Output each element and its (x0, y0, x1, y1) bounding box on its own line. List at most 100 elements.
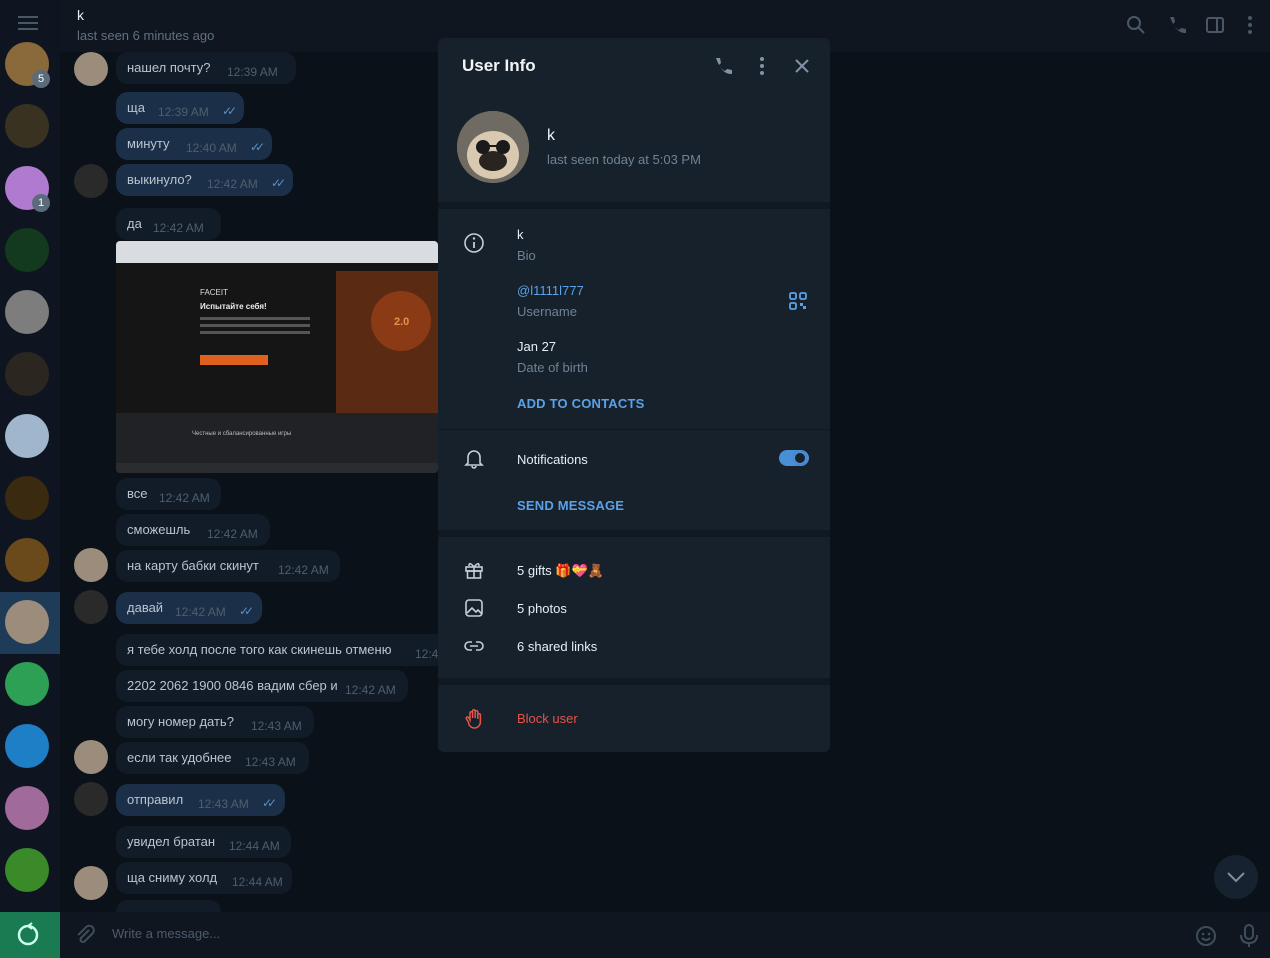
message-bubble[interactable]: ща 12:39 AM ✓✓ (116, 92, 244, 124)
profile-photo[interactable] (457, 111, 529, 183)
phone-icon[interactable] (1165, 14, 1187, 36)
chat-avatar[interactable] (5, 786, 49, 830)
shared-links-row[interactable]: 6 shared links (517, 639, 597, 654)
profile-status: last seen today at 5:03 PM (547, 152, 701, 167)
message-input[interactable]: Write a message... (112, 926, 220, 941)
notifications-label: Notifications (517, 452, 588, 467)
unread-badge: 1 (32, 194, 50, 212)
message-bubble[interactable]: давай 12:42 AM ✓✓ (116, 592, 262, 624)
sender-avatar[interactable] (74, 164, 108, 198)
paperclip-icon[interactable] (74, 924, 96, 946)
message-bubble[interactable]: выкинуло? 12:42 AM ✓✓ (116, 164, 293, 196)
attached-screenshot[interactable]: FACEIT Испытайте себя! 2.0 Честные и сба… (116, 241, 438, 473)
chat-avatar[interactable] (5, 352, 49, 396)
account-switch-button[interactable] (0, 912, 60, 958)
message-time: 12:42 AM (207, 177, 258, 191)
message-bubble[interactable]: я тебе холд после того как скинешь отмен… (116, 634, 446, 666)
read-checkmarks-icon: ✓✓ (262, 796, 277, 810)
sender-avatar[interactable] (74, 740, 108, 774)
message-bubble[interactable]: 2202 2062 1900 0846 вадим сбер и 12:42 A… (116, 670, 408, 702)
section-divider (438, 202, 830, 209)
message-bubble[interactable]: могу номер дать? 12:43 AM (116, 706, 314, 738)
scroll-down-button[interactable] (1214, 855, 1258, 899)
phone-icon[interactable] (711, 55, 733, 77)
qr-code-icon[interactable] (787, 290, 809, 312)
sender-avatar[interactable] (74, 548, 108, 582)
more-vertical-icon[interactable] (751, 55, 773, 77)
toggle-knob (793, 451, 807, 465)
thin-divider (438, 429, 830, 430)
chat-avatar[interactable] (5, 662, 49, 706)
block-hand-icon (465, 709, 482, 729)
read-checkmarks-icon: ✓✓ (271, 176, 286, 190)
message-text: выкинуло? (127, 172, 192, 187)
chat-avatar[interactable] (5, 290, 49, 334)
message-bubble[interactable]: ща сниму холд 12:44 AM (116, 862, 292, 894)
message-text: на карту бабки скинут (127, 558, 259, 573)
chat-avatar[interactable] (5, 538, 49, 582)
message-bubble[interactable]: сможешль 12:42 AM (116, 514, 270, 546)
chat-title[interactable]: k (77, 7, 84, 23)
message-bubble[interactable]: все 12:42 AM (116, 478, 221, 510)
message-bubble[interactable]: минуту 12:40 AM ✓✓ (116, 128, 272, 160)
message-time: 12:44 AM (229, 839, 280, 853)
birth-date-value[interactable]: Jan 27 (517, 339, 556, 354)
message-time: 12:43 AM (251, 719, 302, 733)
add-to-contacts-button[interactable]: ADD TO CONTACTS (517, 396, 644, 411)
chat-avatar[interactable] (5, 848, 49, 892)
notifications-toggle[interactable] (779, 450, 809, 466)
message-text: если так удобнее (127, 750, 232, 765)
sender-avatar[interactable] (74, 866, 108, 900)
message-time: 12:42 AM (345, 683, 396, 697)
chat-avatar[interactable] (5, 104, 49, 148)
message-text: минуту (127, 136, 170, 151)
message-text: 2202 2062 1900 0846 вадим сбер и (127, 678, 338, 693)
sender-avatar[interactable] (74, 782, 108, 816)
sender-avatar[interactable] (74, 590, 108, 624)
more-vertical-icon[interactable] (1239, 14, 1261, 36)
message-text: ща (127, 100, 145, 115)
chat-avatar[interactable] (5, 724, 49, 768)
panel-title: User Info (462, 56, 536, 75)
message-bubble[interactable]: отправил 12:43 AM ✓✓ (116, 784, 285, 816)
preview-brand: FACEIT (200, 288, 228, 297)
screenshot-image: FACEIT Испытайте себя! 2.0 Честные и сба… (116, 241, 438, 473)
message-time: 12:42 AM (175, 605, 226, 619)
message-bubble-partial[interactable] (116, 900, 221, 912)
gifts-row[interactable]: 5 gifts 🎁💝🧸 (517, 563, 604, 579)
bio-label: Bio (517, 248, 536, 263)
preview-rating: 2.0 (394, 316, 409, 328)
message-text: отправил (127, 792, 184, 807)
message-bubble[interactable]: увидел братан 12:44 AM (116, 826, 291, 858)
info-icon (464, 233, 484, 253)
message-bubble[interactable]: на карту бабки скинут 12:42 AM (116, 550, 340, 582)
message-time: 12:4 (415, 647, 439, 661)
photos-row[interactable]: 5 photos (517, 601, 567, 616)
username-value[interactable]: @l1111l777 (517, 283, 584, 298)
search-icon[interactable] (1125, 14, 1147, 36)
block-user-button[interactable]: Block user (517, 711, 578, 726)
message-time: 12:42 AM (153, 221, 204, 235)
chat-avatar-active[interactable] (5, 600, 49, 644)
chat-avatar[interactable] (5, 228, 49, 272)
chat-avatar[interactable] (5, 476, 49, 520)
section-divider (438, 678, 830, 685)
message-text: да (127, 216, 142, 231)
emoji-icon[interactable] (1194, 924, 1218, 948)
sidebar-icon[interactable] (1204, 14, 1226, 36)
message-time: 12:42 AM (207, 527, 258, 541)
bell-icon (464, 450, 484, 469)
menu-icon[interactable] (18, 16, 38, 32)
chat-avatar[interactable] (5, 414, 49, 458)
read-checkmarks-icon: ✓✓ (239, 604, 254, 618)
message-bubble[interactable]: нашел почту? 12:39 AM (116, 52, 296, 84)
send-message-button[interactable]: SEND MESSAGE (517, 498, 624, 513)
message-bubble[interactable]: да 12:42 AM (116, 208, 221, 240)
microphone-icon[interactable] (1238, 923, 1260, 949)
bio-value[interactable]: k (517, 227, 524, 242)
section-divider (438, 530, 830, 537)
preview-headline: Испытайте себя! (200, 302, 267, 311)
message-bubble[interactable]: если так удобнее 12:43 AM (116, 742, 309, 774)
close-icon[interactable] (791, 55, 813, 77)
sender-avatar[interactable] (74, 52, 108, 86)
